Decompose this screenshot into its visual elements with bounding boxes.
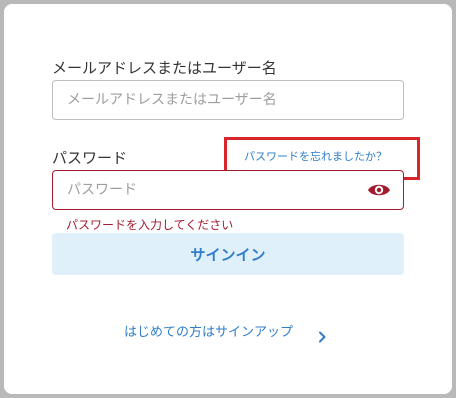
email-label: メールアドレスまたはユーザー名 <box>52 59 277 77</box>
password-label: パスワード <box>52 149 128 167</box>
signin-button[interactable]: サインイン <box>52 233 404 275</box>
email-field-wrapper <box>52 80 404 120</box>
signup-link[interactable]: はじめての方はサインアップ <box>124 324 293 342</box>
email-field[interactable] <box>53 81 403 119</box>
password-error-message: パスワードを入力してください <box>66 218 234 232</box>
password-field-wrapper <box>52 170 404 210</box>
forgot-password-link[interactable]: パスワードを忘れましたか？ <box>244 150 387 164</box>
eye-icon[interactable] <box>367 181 391 199</box>
chevron-right-icon[interactable] <box>318 328 326 343</box>
login-card: メールアドレスまたはユーザー名 パスワード パスワードを忘れましたか？ パスワー… <box>4 4 452 394</box>
password-field[interactable] <box>53 171 403 209</box>
